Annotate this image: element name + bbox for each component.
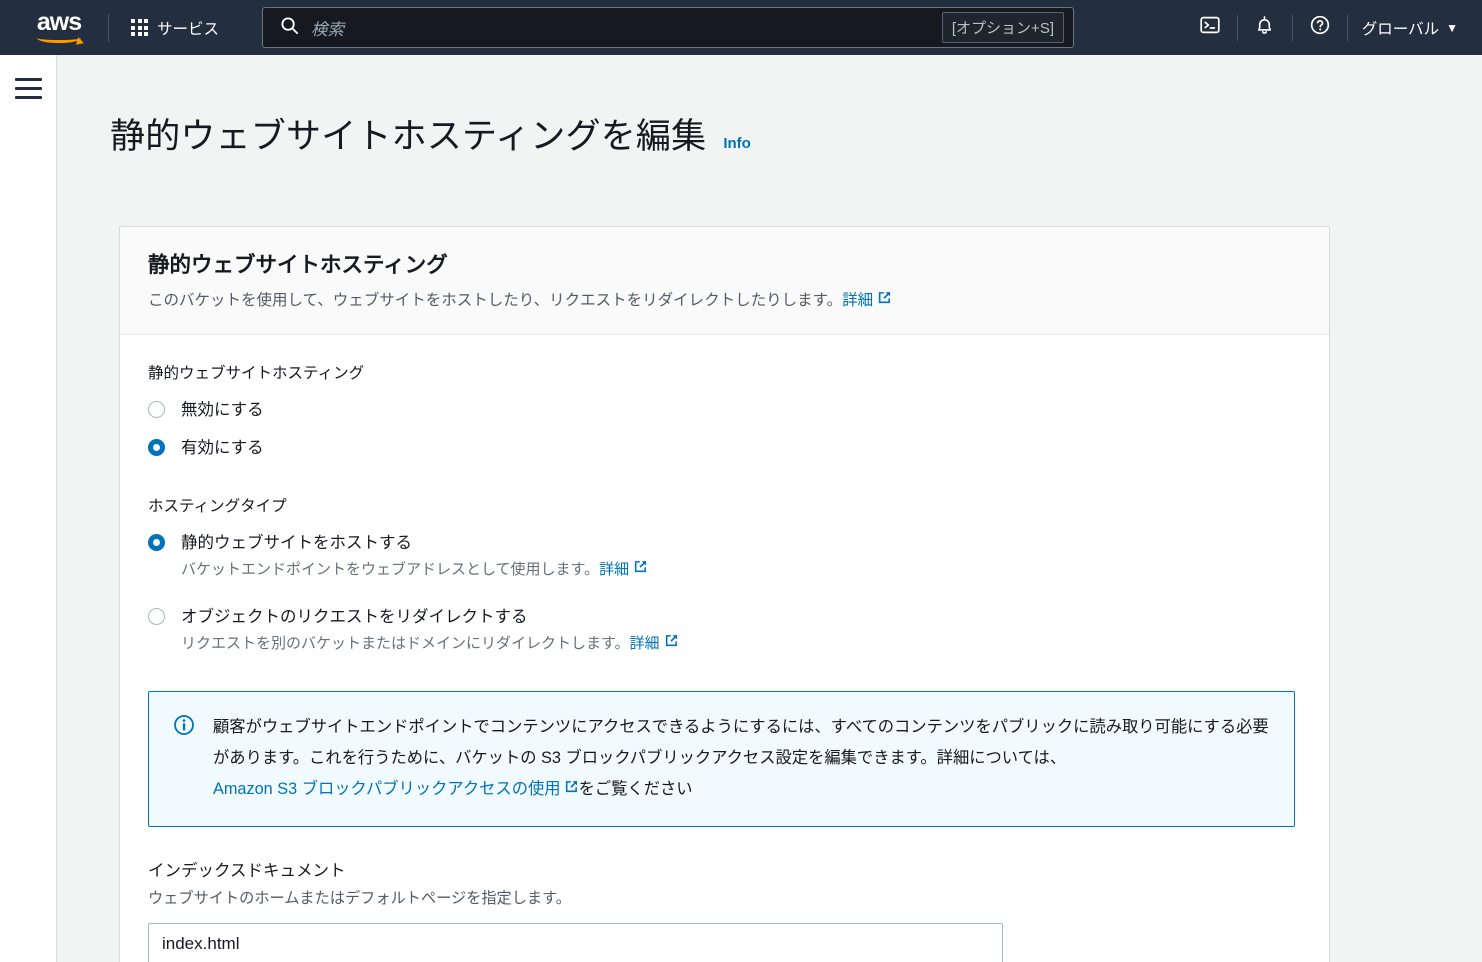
hamburger-bar <box>14 87 42 90</box>
radio-option-description-text: リクエストを別のバケットまたはドメインにリダイレクトします。 <box>181 634 630 652</box>
hamburger-bar <box>14 96 42 99</box>
search-shortcut-hint: [オプション+S] <box>941 12 1064 43</box>
card-body: 静的ウェブサイトホスティング 無効にする 有効にする ホスティングタイプ 静的ウ… <box>120 335 1329 962</box>
hosting-type-label: ホスティングタイプ <box>148 497 287 515</box>
alert-message: 顧客がウェブサイトエンドポイントでコンテンツにアクセスできるようにするには、すべ… <box>213 712 1272 805</box>
radio-button-checked[interactable] <box>148 533 165 551</box>
detail-link-label: 詳細 <box>599 560 630 578</box>
radio-option-host-static-website[interactable]: 静的ウェブサイトをホストする バケットエンドポイントをウェブアドレスとして使用し… <box>148 531 1301 581</box>
page-header: 静的ウェブサイトホスティングを編集 Info <box>110 92 1482 183</box>
block-public-access-link[interactable]: Amazon S3 ブロックパブリックアクセスの使用 <box>213 774 579 805</box>
global-search-bar[interactable]: 検索 [オプション+S] <box>262 7 1074 48</box>
aws-logo[interactable]: aws <box>22 8 96 43</box>
cloudshell-button[interactable] <box>1183 0 1237 55</box>
radio-option-text: 静的ウェブサイトをホストする バケットエンドポイントをウェブアドレスとして使用し… <box>181 531 1301 581</box>
block-public-access-link-label: Amazon S3 ブロックパブリックアクセスの使用 <box>213 779 561 798</box>
radio-option-label: 静的ウェブサイトをホストする <box>181 533 412 552</box>
radio-button-unchecked[interactable] <box>148 400 165 418</box>
main-content-area: 静的ウェブサイトホスティングを編集 Info 静的ウェブサイトホスティング この… <box>57 55 1482 962</box>
grid-icon <box>131 19 148 36</box>
top-navigation-bar: aws サービス 検索 [オプション+S] グローバル ▼ <box>0 0 1482 55</box>
radio-option-text: オブジェクトのリクエストをリダイレクトする リクエストを別のバケットまたはドメイ… <box>181 605 1301 655</box>
radio-option-enable[interactable]: 有効にする <box>148 436 1301 460</box>
alert-text-after: をご覧ください <box>578 779 693 798</box>
index-document-input[interactable] <box>148 922 1003 962</box>
radio-option-label: 無効にする <box>181 400 264 419</box>
search-input-placeholder: 検索 <box>311 20 344 39</box>
radio-option-label: オブジェクトのリクエストをリダイレクトする <box>181 607 528 626</box>
nav-right-cluster: グローバル ▼ <box>1183 0 1482 55</box>
card-subtitle: このバケットを使用して、ウェブサイトをホストしたり、リクエストをリダイレクトした… <box>148 290 1301 312</box>
external-link-icon <box>564 774 579 805</box>
radio-option-text: 有効にする <box>181 436 1301 460</box>
radio-option-description: リクエストを別のバケットまたはドメインにリダイレクトします。 詳細 <box>181 633 1301 655</box>
external-link-icon <box>877 290 892 312</box>
radio-option-redirect-requests[interactable]: オブジェクトのリクエストをリダイレクトする リクエストを別のバケットまたはドメイ… <box>148 605 1301 655</box>
aws-logo-smile-icon <box>37 32 81 43</box>
bell-icon <box>1254 14 1275 41</box>
radio-button-checked[interactable] <box>148 438 165 456</box>
radio-option-description: バケットエンドポイントをウェブアドレスとして使用します。 詳細 <box>181 559 1301 581</box>
services-menu-label: サービス <box>157 20 220 38</box>
info-circle-icon <box>173 714 195 805</box>
services-menu-button[interactable]: サービス <box>121 10 229 46</box>
card-detail-link-label: 詳細 <box>842 291 874 309</box>
notifications-button[interactable] <box>1238 0 1292 55</box>
chevron-down-icon: ▼ <box>1446 20 1458 35</box>
index-document-label: インデックスドキュメント <box>148 861 346 880</box>
help-button[interactable] <box>1293 0 1347 55</box>
index-document-section: インデックスドキュメント ウェブサイトのホームまたはデフォルトページを指定します… <box>148 859 1301 962</box>
card-header: 静的ウェブサイトホスティング このバケットを使用して、ウェブサイトをホストしたり… <box>120 226 1329 335</box>
nav-divider <box>108 13 109 42</box>
alert-text-before: 顧客がウェブサイトエンドポイントでコンテンツにアクセスできるようにするには、すべ… <box>213 717 1269 767</box>
hosting-type-detail-link[interactable]: 詳細 <box>599 559 648 581</box>
region-label: グローバル <box>1361 20 1440 38</box>
hamburger-bar <box>14 78 42 81</box>
external-link-icon <box>633 559 648 581</box>
region-selector[interactable]: グローバル ▼ <box>1348 9 1482 47</box>
radio-button-unchecked[interactable] <box>148 607 165 625</box>
radio-option-label: 有効にする <box>181 438 264 457</box>
cloudshell-terminal-icon <box>1199 14 1221 41</box>
external-link-icon <box>664 633 679 655</box>
aws-logo-wordmark: aws <box>36 8 82 36</box>
static-website-hosting-card: 静的ウェブサイトホスティング このバケットを使用して、ウェブサイトをホストしたり… <box>119 225 1330 962</box>
detail-link-label: 詳細 <box>629 634 660 652</box>
card-title: 静的ウェブサイトホスティング <box>148 252 448 277</box>
hosting-enable-label: 静的ウェブサイトホスティング <box>148 364 365 382</box>
public-access-info-alert: 顧客がウェブサイトエンドポイントでコンテンツにアクセスできるようにするには、すべ… <box>148 690 1295 827</box>
hosting-type-detail-link[interactable]: 詳細 <box>630 633 679 655</box>
hosting-enable-group: 静的ウェブサイトホスティング 無効にする 有効にする <box>148 363 1301 460</box>
hamburger-menu-icon[interactable] <box>14 78 42 99</box>
page-title: 静的ウェブサイトホスティングを編集 <box>110 117 707 157</box>
card-subtitle-text: このバケットを使用して、ウェブサイトをホストしたり、リクエストをリダイレクトした… <box>148 291 843 309</box>
page-info-link[interactable]: Info <box>723 135 751 152</box>
question-circle-icon <box>1309 14 1331 41</box>
radio-option-text: 無効にする <box>181 398 1301 422</box>
left-sidebar-rail <box>0 55 57 962</box>
card-detail-link[interactable]: 詳細 <box>842 290 892 312</box>
radio-option-description-text: バケットエンドポイントをウェブアドレスとして使用します。 <box>181 560 600 578</box>
search-icon <box>280 16 299 40</box>
radio-option-disable[interactable]: 無効にする <box>148 398 1301 422</box>
hosting-type-group: ホスティングタイプ 静的ウェブサイトをホストする バケットエンドポイントをウェブ… <box>148 496 1301 655</box>
index-document-hint: ウェブサイトのホームまたはデフォルトページを指定します。 <box>148 889 571 907</box>
